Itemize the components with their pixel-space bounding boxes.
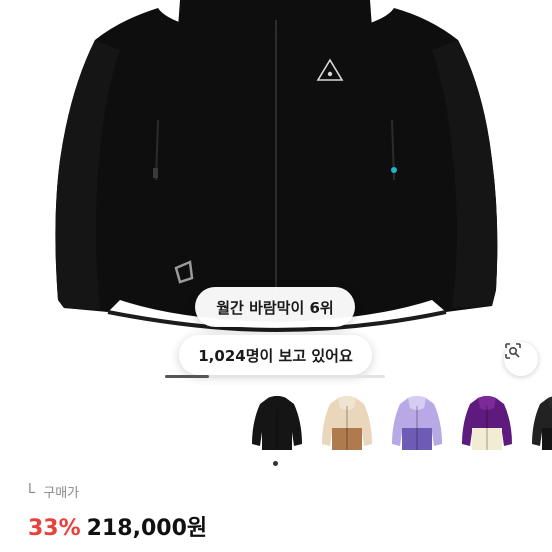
jacket-thumbnail <box>462 396 512 450</box>
selected-indicator <box>273 461 278 466</box>
size-label: L <box>28 482 36 497</box>
jacket-thumbnail <box>392 396 442 450</box>
jacket-thumbnail <box>322 396 372 450</box>
lens-search-button[interactable] <box>504 342 538 376</box>
variant-thumb-purple-cream[interactable] <box>456 392 518 456</box>
variant-thumb-beige-brown[interactable] <box>316 392 378 456</box>
viewers-badge: 1,024명이 보고 있어요 <box>179 335 372 375</box>
purchase-label: 구매가 <box>43 486 80 501</box>
lens-search-icon <box>505 343 521 359</box>
size-purchase-row: L 구매가 <box>28 482 79 501</box>
variant-thumb-lavender-purple[interactable] <box>386 392 448 456</box>
price-row: 33% 218,000원 <box>28 510 207 542</box>
ranking-badge: 월간 바람막이 6위 <box>195 287 355 327</box>
variant-thumb-black[interactable] <box>246 392 308 466</box>
variant-thumb-black-2[interactable] <box>526 392 552 456</box>
product-image[interactable]: 월간 바람막이 6위 1,024명이 보고 있어요 <box>0 0 552 385</box>
jacket-thumbnail <box>532 396 552 450</box>
viewers-badge-text: 1,024명이 보고 있어요 <box>198 346 353 365</box>
color-variants <box>246 392 552 472</box>
gallery-progress-fill <box>165 375 209 378</box>
gallery-progress <box>165 375 385 378</box>
jacket-thumbnail <box>252 396 302 450</box>
discount-rate: 33% <box>28 516 81 541</box>
jacket-image <box>55 0 498 333</box>
ranking-badge-text: 월간 바람막이 6위 <box>216 298 334 317</box>
price: 218,000원 <box>86 516 208 541</box>
